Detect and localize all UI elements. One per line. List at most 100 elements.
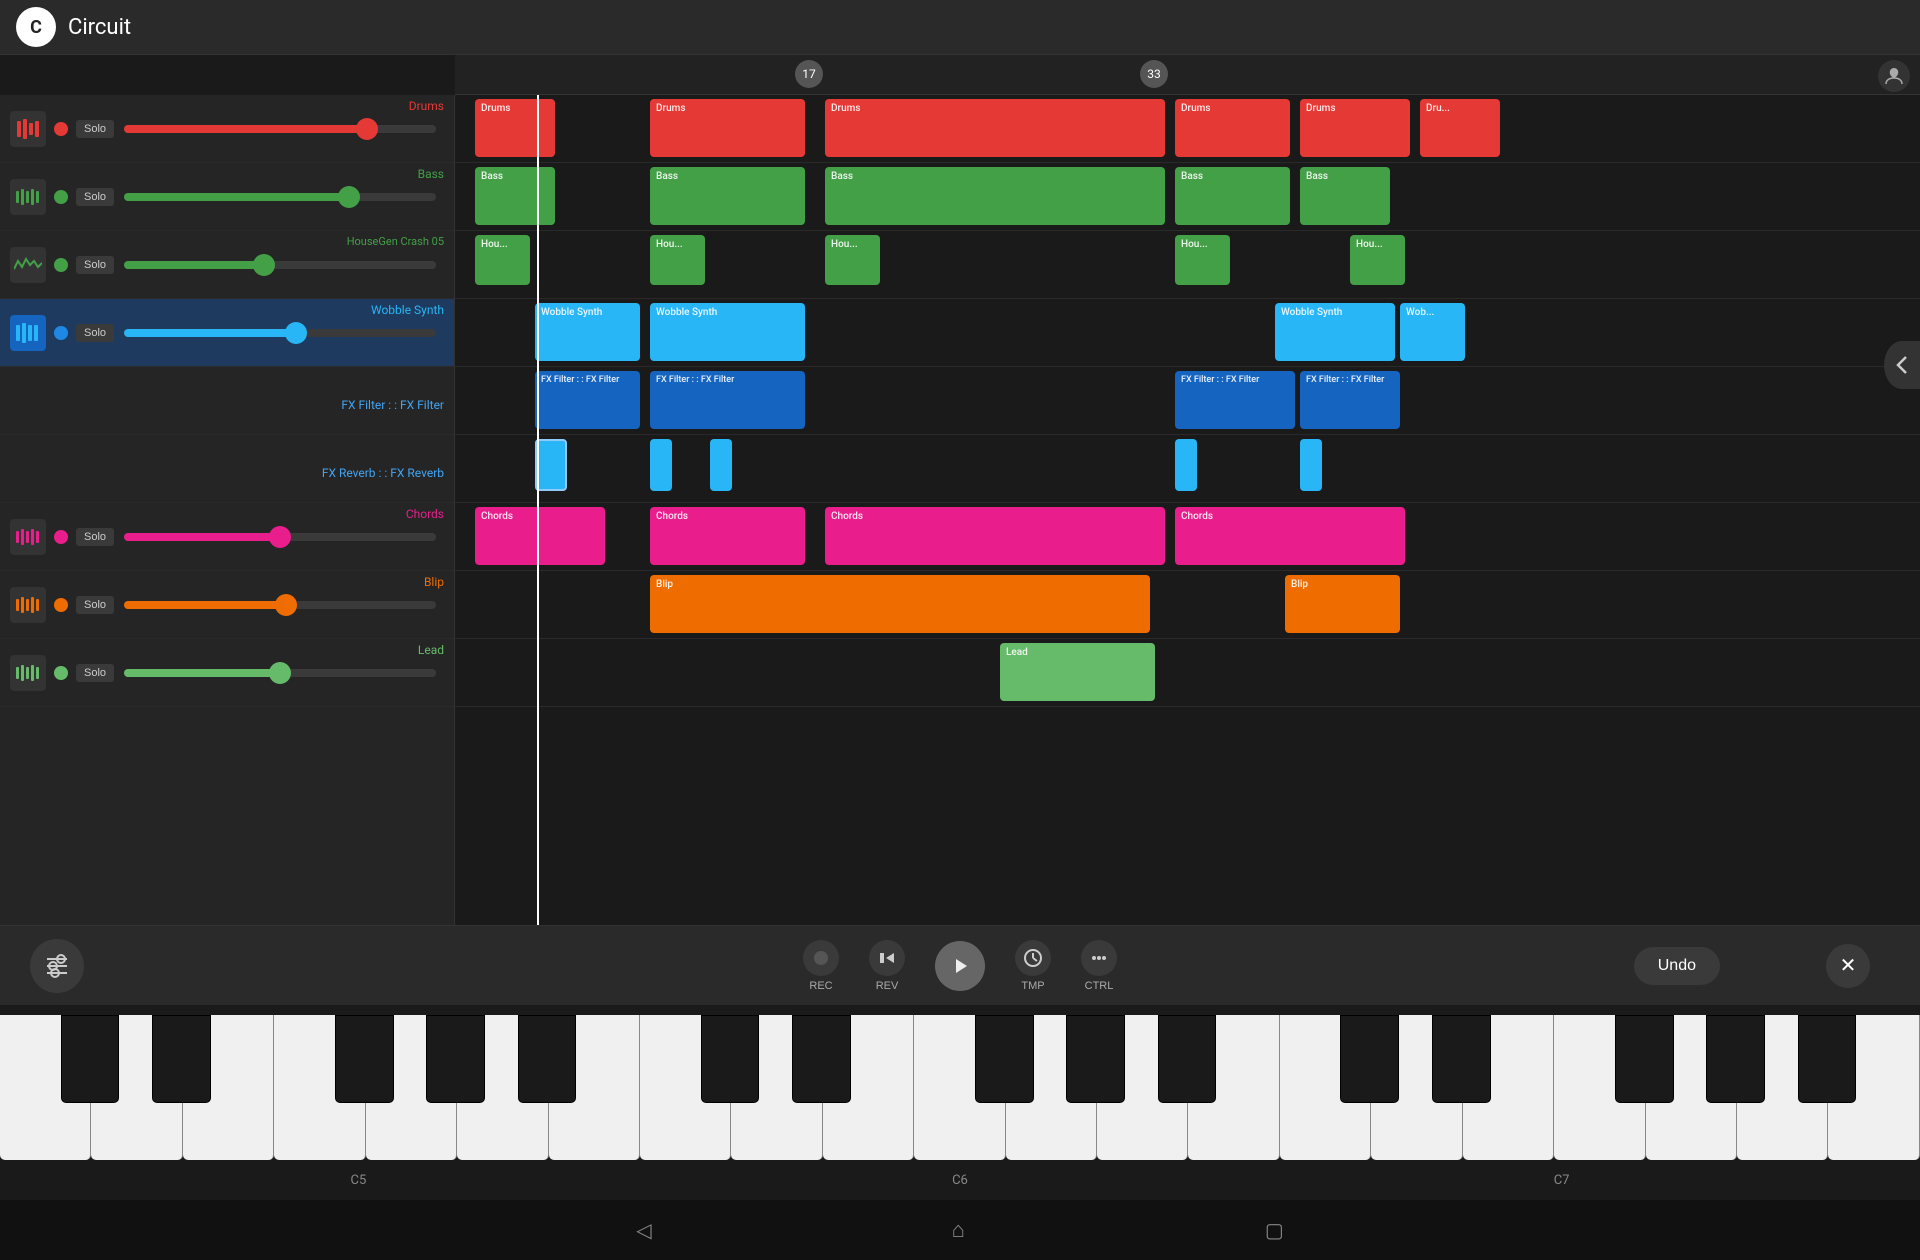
fx-reverb-clip-3[interactable] <box>710 439 732 491</box>
content-row-bass[interactable]: Bass Bass Bass Bass Bass <box>455 163 1920 231</box>
black-key-Fs6[interactable] <box>975 1015 1034 1103</box>
undo-button[interactable]: Undo <box>1634 947 1720 985</box>
rev-button[interactable]: REV <box>869 940 905 992</box>
piano-key-C5[interactable] <box>0 1015 91 1160</box>
fx-filter-clip-4[interactable]: FX Filter : : FX Filter <box>1300 371 1400 429</box>
fx-reverb-clip-1[interactable] <box>535 439 567 491</box>
black-key-Ds7[interactable] <box>1432 1015 1491 1103</box>
housegen-clip-4[interactable]: Hou... <box>1175 235 1230 285</box>
chords-clip-2[interactable]: Chords <box>650 507 805 565</box>
piano-key-F6[interactable] <box>914 1015 1005 1160</box>
chords-clip-4[interactable]: Chords <box>1175 507 1405 565</box>
app-logo[interactable]: C <box>16 7 56 47</box>
content-row-drums[interactable]: Drums Drums Drums Drums Drums Dru... <box>455 95 1920 163</box>
lead-volume-slider[interactable] <box>124 669 436 677</box>
drums-clip-3[interactable]: Drums <box>825 99 1165 157</box>
black-key-Cs7[interactable] <box>1340 1015 1399 1103</box>
drums-clip-2[interactable]: Drums <box>650 99 805 157</box>
drums-clip-1[interactable]: Drums <box>475 99 555 157</box>
piano-key-C7[interactable] <box>1280 1015 1371 1160</box>
timeline-marker-33[interactable]: 33 <box>1140 60 1168 88</box>
ctrl-button[interactable]: CTRL <box>1081 940 1117 992</box>
blip-volume-slider[interactable] <box>124 601 436 609</box>
drums-clip-6[interactable]: Dru... <box>1420 99 1500 157</box>
piano-key-C6[interactable] <box>640 1015 731 1160</box>
content-row-fx-filter[interactable]: FX Filter : : FX Filter FX Filter : : FX… <box>455 367 1920 435</box>
bass-clip-1[interactable]: Bass <box>475 167 555 225</box>
wobble-clip-1[interactable]: Wobble Synth <box>535 303 640 361</box>
fx-filter-clip-2[interactable]: FX Filter : : FX Filter <box>650 371 805 429</box>
bass-clip-4[interactable]: Bass <box>1175 167 1290 225</box>
black-key-Fs5[interactable] <box>335 1015 394 1103</box>
black-key-Cs5[interactable] <box>61 1015 120 1103</box>
fx-reverb-clip-5[interactable] <box>1300 439 1322 491</box>
bass-clip-3[interactable]: Bass <box>825 167 1165 225</box>
housegen-clip-2[interactable]: Hou... <box>650 235 705 285</box>
tmp-button[interactable]: TMP <box>1015 940 1051 992</box>
wobble-clip-3[interactable]: Wobble Synth <box>1275 303 1395 361</box>
blip-clip-1[interactable]: Blip <box>650 575 1150 633</box>
close-button[interactable]: ✕ <box>1826 944 1870 988</box>
wobble-clip-2[interactable]: Wobble Synth <box>650 303 805 361</box>
avatar-circle[interactable] <box>1878 60 1910 92</box>
drums-volume-slider[interactable] <box>124 125 436 133</box>
black-key-As7[interactable] <box>1798 1015 1857 1103</box>
bass-solo-button[interactable]: Solo <box>76 188 114 206</box>
track-content-area[interactable]: Drums Drums Drums Drums Drums Dru... Bas… <box>455 95 1920 925</box>
content-row-housegen[interactable]: Hou... Hou... Hou... Hou... Hou... <box>455 231 1920 299</box>
wobble-volume-slider[interactable] <box>124 329 436 337</box>
fx-reverb-clip-4[interactable] <box>1175 439 1197 491</box>
lead-solo-button[interactable]: Solo <box>76 664 114 682</box>
chords-clip-1[interactable]: Chords <box>475 507 605 565</box>
housegen-clip-3[interactable]: Hou... <box>825 235 880 285</box>
housegen-solo-button[interactable]: Solo <box>76 256 114 274</box>
bass-clip-5[interactable]: Bass <box>1300 167 1390 225</box>
housegen-volume-slider[interactable] <box>124 261 436 269</box>
play-button[interactable] <box>935 941 985 991</box>
nav-home-button[interactable]: ⌂ <box>952 1217 965 1243</box>
bass-volume-slider[interactable] <box>124 193 436 201</box>
drums-solo-button[interactable]: Solo <box>76 120 114 138</box>
timeline-marker-17[interactable]: 17 <box>795 60 823 88</box>
fx-filter-clip-3[interactable]: FX Filter : : FX Filter <box>1175 371 1295 429</box>
content-row-chords[interactable]: Chords Chords Chords Chords <box>455 503 1920 571</box>
fx-reverb-clip-2[interactable] <box>650 439 672 491</box>
scroll-back-arrow[interactable] <box>1884 341 1920 389</box>
blip-solo-button[interactable]: Solo <box>76 596 114 614</box>
mixer-button[interactable] <box>30 939 84 993</box>
content-row-fx-reverb[interactable] <box>455 435 1920 503</box>
chords-clip-3[interactable]: Chords <box>825 507 1165 565</box>
chords-solo-button[interactable]: Solo <box>76 528 114 546</box>
black-key-Fs7[interactable] <box>1615 1015 1674 1103</box>
drums-clip-4[interactable]: Drums <box>1175 99 1290 157</box>
black-key-As5[interactable] <box>518 1015 577 1103</box>
black-key-Cs6[interactable] <box>701 1015 760 1103</box>
main-area: Solo Drums Solo <box>0 95 1920 925</box>
rec-button[interactable]: REC <box>803 940 839 992</box>
piano-keyboard[interactable]: .wk { flex:1; background:#f0f0f0; border… <box>0 1015 1920 1160</box>
piano-key-F7[interactable] <box>1554 1015 1645 1160</box>
content-row-blip[interactable]: Blip Blip <box>455 571 1920 639</box>
black-key-Gs5[interactable] <box>426 1015 485 1103</box>
nav-back-button[interactable]: ◁ <box>636 1218 651 1243</box>
bass-clip-2[interactable]: Bass <box>650 167 805 225</box>
blip-clip-2[interactable]: Blip <box>1285 575 1400 633</box>
black-key-Ds5[interactable] <box>152 1015 211 1103</box>
housegen-clip-5[interactable]: Hou... <box>1350 235 1405 285</box>
nav-recent-button[interactable]: ▢ <box>1265 1218 1284 1243</box>
black-key-As6[interactable] <box>1158 1015 1217 1103</box>
drums-clip-5[interactable]: Drums <box>1300 99 1410 157</box>
black-key-Gs6[interactable] <box>1066 1015 1125 1103</box>
wobble-clip-4[interactable]: Wob... <box>1400 303 1465 361</box>
content-row-wobble[interactable]: Wobble Synth Wobble Synth Wobble Synth W… <box>455 299 1920 367</box>
black-key-Ds6[interactable] <box>792 1015 851 1103</box>
fx-filter-clip-1[interactable]: FX Filter : : FX Filter <box>535 371 640 429</box>
lead-clip-1[interactable]: Lead <box>1000 643 1155 701</box>
content-row-lead[interactable]: Lead <box>455 639 1920 707</box>
piano-key-F5[interactable] <box>274 1015 365 1160</box>
rev-icon <box>869 940 905 976</box>
chords-volume-slider[interactable] <box>124 533 436 541</box>
housegen-clip-1[interactable]: Hou... <box>475 235 530 285</box>
black-key-Gs7[interactable] <box>1706 1015 1765 1103</box>
wobble-solo-button[interactable]: Solo <box>76 324 114 342</box>
